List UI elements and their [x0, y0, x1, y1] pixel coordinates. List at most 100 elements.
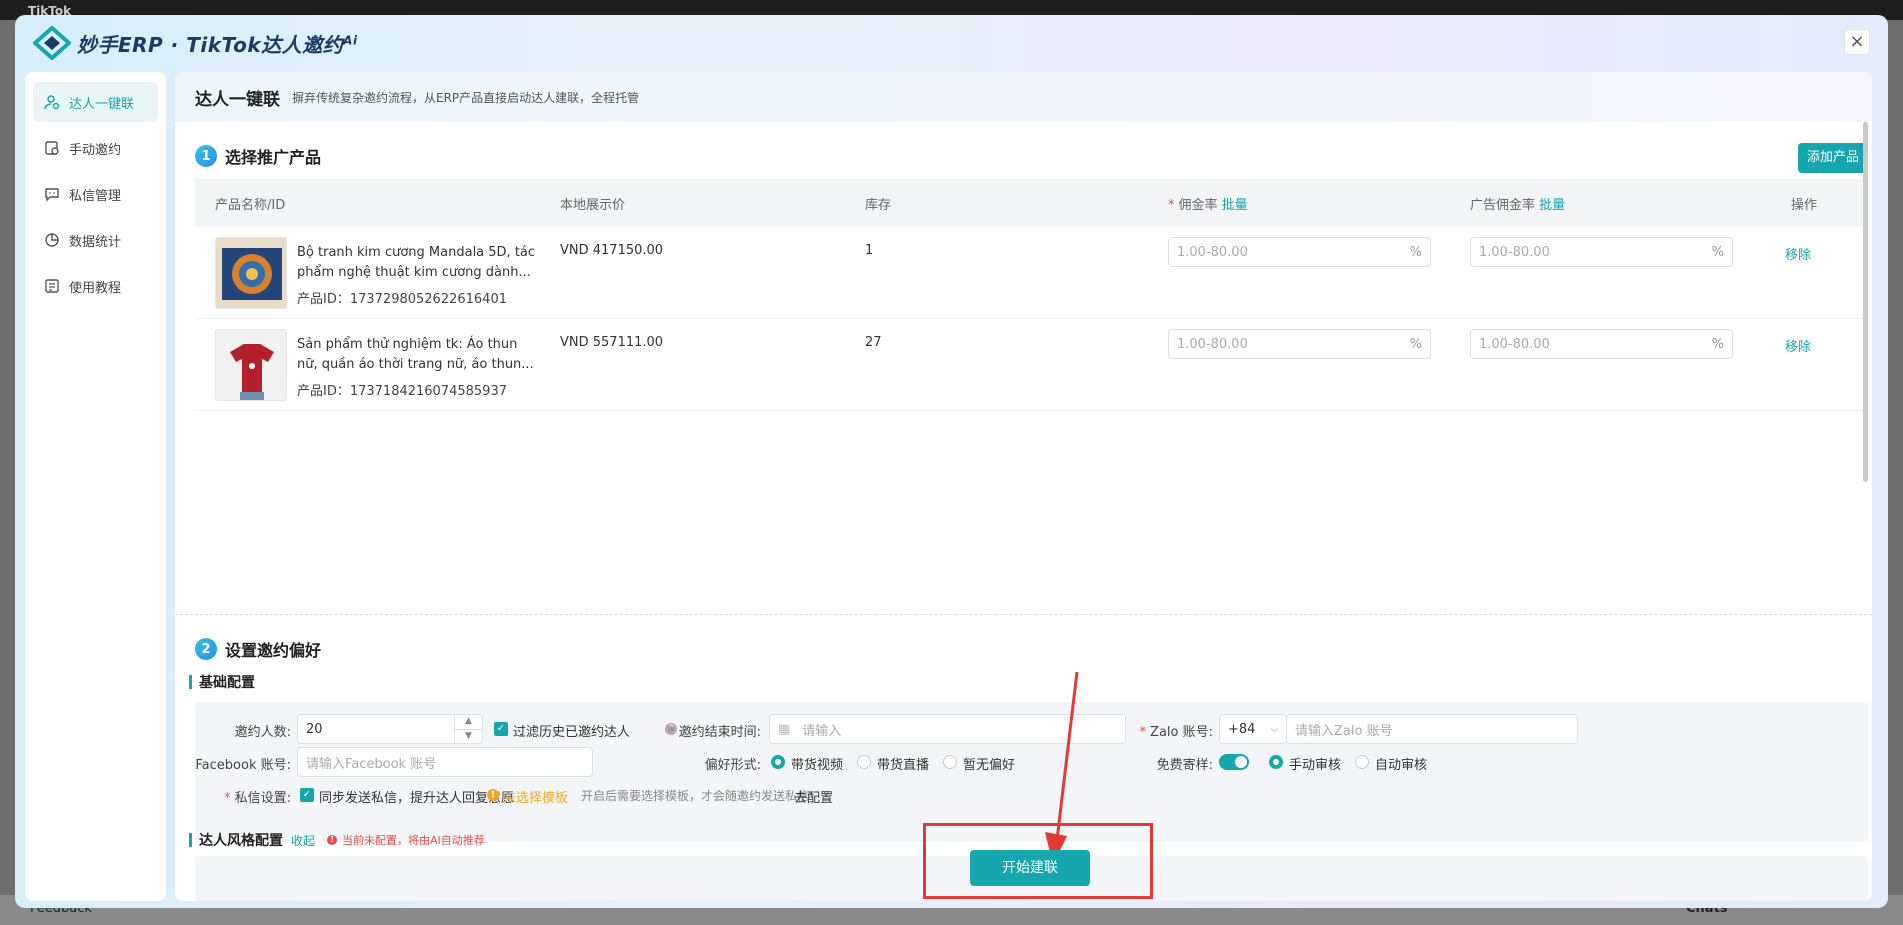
pref-video-radio[interactable] [771, 755, 785, 769]
app-logo-icon [33, 26, 71, 60]
table-header: 产品名称/ID 本地展示价 库存 * 佣金率 批量 广告佣金率 批量 操作 [195, 179, 1868, 227]
pref-none-radio[interactable] [943, 755, 957, 769]
step2-header: 2 设置邀约偏好 [195, 637, 321, 661]
page-description: 摒弃传统复杂邀约流程，从ERP产品直接启动达人建联，全程托管 [292, 90, 640, 105]
sample-manual-radio[interactable] [1269, 755, 1283, 769]
product-price: VND 417150.00 [560, 243, 664, 258]
step1-header: 1 选择推广产品 [195, 144, 321, 168]
app-title: 妙手ERP · TikTok达人邀约Ai [77, 33, 358, 57]
tutorial-icon [43, 277, 61, 295]
col-product-name: 产品名称/ID [215, 197, 286, 213]
sample-auto-radio[interactable] [1355, 755, 1369, 769]
style-config-title: 达人风格配置 收起 ! 当前未配置，将由AI自动推荐 [189, 830, 485, 850]
warning-icon: ! [487, 789, 499, 801]
product-id: 产品ID：1737184216074585937 [297, 384, 507, 399]
manual-invite-icon [43, 139, 61, 157]
invite-count-stepper[interactable]: ▲ ▼ [454, 715, 482, 743]
col-commission: * 佣金率 批量 [1168, 197, 1248, 213]
facebook-account-input[interactable]: 请输入Facebook 账号 [297, 747, 593, 777]
pref-live-radio[interactable] [857, 755, 871, 769]
ad-commission-input[interactable]: 1.00-80.00% [1470, 329, 1733, 359]
add-product-button[interactable]: 添加产品 [1798, 143, 1868, 173]
style-warning-text: 当前未配置，将由AI自动推荐 [342, 834, 485, 847]
dm-sync-checkbox[interactable]: ✓ [300, 788, 314, 802]
collapse-link[interactable]: 收起 [291, 832, 315, 849]
dm-hint-text: 开启后需要选择模板，才会随邀约发送私信 [581, 789, 810, 803]
step2-number: 2 [195, 638, 217, 660]
table-row: Sản phẩm thử nghiệm tk: Áo thun nữ, quần… [195, 319, 1868, 411]
product-name: Sản phẩm thử nghiệm tk: Áo thun nữ, quần… [297, 337, 534, 372]
invite-count-input[interactable]: 20 ▲ ▼ [297, 714, 483, 744]
product-name: Bộ tranh kim cương Mandala 5D, tác phẩm … [297, 245, 536, 280]
pref-live-label: 带货直播 [877, 758, 930, 773]
product-stock: 27 [865, 335, 882, 350]
start-connect-button[interactable]: 开始建联 [970, 850, 1090, 886]
user-link-icon [43, 93, 61, 111]
basic-config-panel: 邀约人数: 20 ▲ ▼ ✓ 过滤历史已邀约达人 ? * 邀约结束时间: ▦ 请输入… [195, 702, 1868, 842]
section-divider [175, 614, 1872, 615]
commission-batch-link[interactable]: 批量 [1222, 198, 1248, 213]
sidebar-item-label: 数据统计 [69, 234, 122, 250]
product-thumbnail [215, 329, 287, 401]
step1-title: 选择推广产品 [225, 148, 322, 167]
sample-auto-label: 自动审核 [1375, 758, 1428, 773]
ad-commission-input[interactable]: 1.00-80.00% [1470, 237, 1733, 267]
sidebar-item-tutorial[interactable]: 使用教程 [33, 266, 158, 306]
dm-settings-label: * 私信设置: [224, 791, 291, 806]
free-sample-toggle[interactable] [1219, 754, 1249, 770]
product-table: 产品名称/ID 本地展示价 库存 * 佣金率 批量 广告佣金率 批量 操作 Bộ … [195, 179, 1868, 411]
zalo-label: * Zalo 账号: [1139, 725, 1213, 740]
chevron-down-icon: ⌵ [1270, 723, 1278, 735]
zalo-country-select[interactable]: +84 ⌵ [1219, 714, 1287, 744]
dm-warning-text: 未选择模板 [503, 791, 569, 806]
main-content: 达人一键联 摒弃传统复杂邀约流程，从ERP产品直接启动达人建联，全程托管 1 选… [175, 72, 1872, 901]
pref-video-label: 带货视频 [791, 758, 844, 773]
sample-manual-label: 手动审核 [1289, 758, 1342, 773]
sidebar-item-label: 使用教程 [69, 280, 122, 296]
sidebar-item-messages[interactable]: 私信管理 [33, 174, 158, 214]
col-action: 操作 [1791, 197, 1818, 213]
error-icon: ! [327, 835, 338, 845]
modal-header: 妙手ERP · TikTok达人邀约Ai × [15, 15, 1888, 70]
col-ad-commission: 广告佣金率 批量 [1470, 197, 1566, 213]
facebook-label: Facebook 账号: [195, 758, 291, 773]
product-stock: 1 [865, 243, 874, 258]
step1-number: 1 [195, 145, 217, 167]
pref-none-label: 暂无偏好 [963, 758, 1016, 773]
product-thumbnail [215, 237, 287, 309]
commission-input[interactable]: 1.00-80.00% [1168, 237, 1431, 267]
dm-sync-label: 同步发送私信，提升达人回复意愿 [319, 791, 515, 806]
remove-product-link[interactable]: 移除 [1785, 336, 1811, 355]
sidebar-item-label: 私信管理 [69, 188, 122, 204]
commission-input[interactable]: 1.00-80.00% [1168, 329, 1431, 359]
free-sample-label: 免费寄样: [1156, 758, 1213, 773]
creator-invite-modal: 妙手ERP · TikTok达人邀约Ai × 达人一键联 手动邀约 私信管理 数… [15, 15, 1888, 908]
end-time-label: * 邀约结束时间: [668, 725, 761, 740]
col-stock: 库存 [865, 197, 892, 213]
filter-history-checkbox[interactable]: ✓ [494, 722, 508, 736]
sidebar-item-label: 达人一键联 [69, 96, 135, 112]
sidebar-item-statistics[interactable]: 数据统计 [33, 220, 158, 260]
basic-config-title: 基础配置 [189, 672, 255, 692]
close-button[interactable]: × [1844, 29, 1870, 55]
message-icon [43, 185, 61, 203]
remove-product-link[interactable]: 移除 [1785, 244, 1811, 263]
sidebar-item-manual-invite[interactable]: 手动邀约 [33, 128, 158, 168]
dm-config-link[interactable]: 去配置 [794, 787, 833, 806]
sidebar-item-one-click[interactable]: 达人一键联 [33, 82, 158, 122]
scrollbar[interactable] [1863, 122, 1868, 482]
step2-title: 设置邀约偏好 [225, 641, 322, 660]
sidebar: 达人一键联 手动邀约 私信管理 数据统计 使用教程 [25, 72, 166, 901]
end-time-input[interactable]: ▦ 请输入 [769, 714, 1126, 744]
scroll-area[interactable]: 1 选择推广产品 添加产品 产品名称/ID 本地展示价 库存 * 佣金率 批量 广… [175, 122, 1872, 901]
page-title: 达人一键联 [195, 89, 280, 110]
chart-pie-icon [43, 231, 61, 249]
ad-commission-batch-link[interactable]: 批量 [1539, 198, 1565, 213]
product-id: 产品ID：1737298052622616401 [297, 292, 507, 307]
zalo-account-input[interactable]: 请输入Zalo 账号 [1286, 714, 1578, 744]
content-header: 达人一键联 摒弃传统复杂邀约流程，从ERP产品直接启动达人建联，全程托管 [175, 72, 1872, 122]
col-price: 本地展示价 [560, 197, 626, 213]
filter-history-label: 过滤历史已邀约达人 [513, 725, 631, 740]
preference-label: 偏好形式: [704, 758, 761, 773]
product-price: VND 557111.00 [560, 335, 664, 350]
